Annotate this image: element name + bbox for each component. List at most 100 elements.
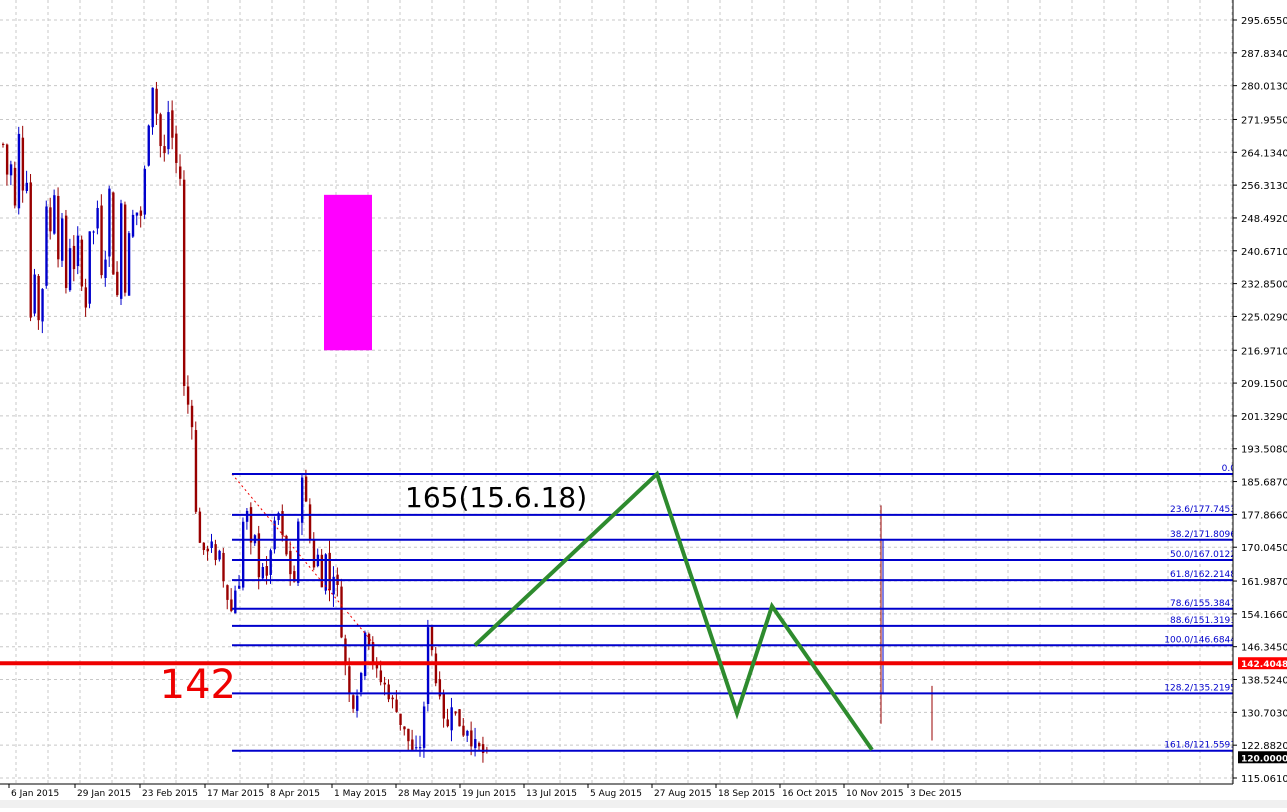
- candle-body: [61, 218, 64, 261]
- x-tick-label: 3 Dec 2015: [910, 789, 962, 799]
- price-chart[interactable]: 0.023.6/177.745338.2/171.809650.0/167.01…: [0, 0, 1287, 808]
- candle-body: [411, 739, 414, 750]
- y-tick-label: 225.0290: [1241, 312, 1287, 323]
- x-tick-label: 27 Aug 2015: [654, 789, 712, 799]
- price-badge-label: 120.0000: [1241, 754, 1287, 764]
- candle-body: [139, 210, 143, 216]
- candle-body: [422, 706, 426, 748]
- candle-body: [470, 730, 473, 747]
- candle-body: [387, 684, 390, 700]
- candle-body: [72, 245, 76, 270]
- y-tick-label: 248.4920: [1241, 214, 1287, 225]
- y-tick-label: 177.8660: [1241, 510, 1287, 521]
- candle-body: [214, 544, 217, 561]
- candle-body: [328, 552, 331, 591]
- y-tick-label: 138.5240: [1241, 676, 1287, 687]
- candle-body: [17, 133, 21, 209]
- candle-body: [234, 590, 237, 614]
- candle-body: [100, 205, 103, 276]
- support-layer[interactable]: 142: [0, 661, 1238, 708]
- candle-body: [25, 182, 29, 191]
- candle-body: [403, 726, 406, 730]
- candle-body: [222, 552, 225, 582]
- candle-body: [151, 87, 154, 128]
- candle-body: [88, 231, 91, 304]
- status-strip: [0, 800, 1287, 808]
- y-tick-label: 161.9870: [1241, 577, 1287, 588]
- candle-body: [2, 143, 5, 145]
- support-label: 142: [160, 662, 236, 708]
- candle-body: [159, 114, 162, 147]
- candle-body: [179, 166, 182, 179]
- candle-body: [238, 585, 241, 589]
- x-tick-label: 1 May 2015: [334, 789, 387, 799]
- candle-body: [285, 535, 288, 555]
- candle-body: [182, 179, 186, 386]
- y-tick-label: 185.6870: [1241, 478, 1287, 489]
- candle-body: [245, 510, 249, 522]
- y-tick-label: 170.0450: [1241, 543, 1287, 554]
- candle-body: [9, 164, 13, 176]
- candle-body: [399, 713, 402, 725]
- candle-body: [112, 192, 115, 275]
- candle-body: [21, 137, 25, 191]
- chart-window[interactable]: 0.0 23.6/177.7453 38.2/171.8096 50.0/167.01…: [0, 0, 1287, 808]
- x-tick-label: 29 Jan 2015: [77, 789, 131, 799]
- gap-box: [324, 194, 372, 351]
- y-tick-label: 201.3290: [1241, 412, 1287, 423]
- candle-body: [418, 747, 422, 749]
- candle-body: [202, 542, 206, 551]
- candle-body: [450, 707, 453, 731]
- candle-body: [186, 386, 190, 405]
- candle-body: [5, 144, 9, 175]
- candle-body: [395, 699, 398, 712]
- candle-body: [218, 550, 221, 560]
- y-tick-label: 193.5080: [1241, 445, 1287, 456]
- candle-body: [466, 730, 469, 736]
- x-tick-label: 17 Mar 2015: [207, 789, 264, 799]
- candle-body: [308, 504, 312, 540]
- candle-body: [249, 507, 253, 543]
- x-tick-label: 23 Feb 2015: [142, 789, 198, 799]
- candle-body: [454, 711, 457, 714]
- candle-body: [415, 747, 418, 749]
- fib-level-label: 38.2/171.8096: [1170, 530, 1236, 540]
- y-tick-label: 115.0610: [1241, 774, 1287, 785]
- candle-body: [348, 666, 351, 694]
- candle-body: [96, 207, 99, 229]
- candle-body: [344, 638, 347, 664]
- candle-body: [363, 632, 367, 676]
- candle-body: [29, 182, 32, 318]
- candle-body: [167, 112, 170, 150]
- x-tick-label: 28 May 2015: [398, 789, 457, 799]
- candle-body: [340, 586, 343, 638]
- y-tick-label: 280.0130: [1241, 82, 1287, 93]
- candle-body: [175, 133, 178, 163]
- candle-body: [76, 235, 80, 267]
- candle-body: [304, 476, 308, 502]
- candle-body: [352, 695, 355, 709]
- candle-body: [478, 743, 481, 747]
- fib-level-label: 88.6/151.3191: [1170, 616, 1236, 626]
- candle-body: [116, 271, 119, 296]
- candle-body: [155, 88, 158, 114]
- candle-body: [84, 287, 88, 308]
- candle-body: [300, 477, 304, 523]
- candle-body: [49, 207, 52, 232]
- candle-body: [261, 567, 265, 579]
- annotation-label: 165(15.6.18): [405, 481, 587, 514]
- candle-body: [312, 539, 316, 568]
- annotation-layer: 165(15.6.18): [405, 481, 587, 514]
- y-tick-label: 216.9710: [1241, 346, 1287, 357]
- candle-body: [391, 697, 394, 700]
- candle-body: [135, 212, 139, 216]
- candle-body: [383, 682, 386, 685]
- candle-body: [127, 233, 131, 296]
- x-tick-label: 5 Aug 2015: [590, 789, 642, 799]
- candle-body: [474, 739, 477, 749]
- candle-body: [123, 204, 127, 293]
- candle-body: [356, 695, 359, 711]
- x-tick-label: 18 Sep 2015: [718, 789, 775, 799]
- candle-body: [206, 548, 209, 552]
- candle-body: [64, 215, 68, 288]
